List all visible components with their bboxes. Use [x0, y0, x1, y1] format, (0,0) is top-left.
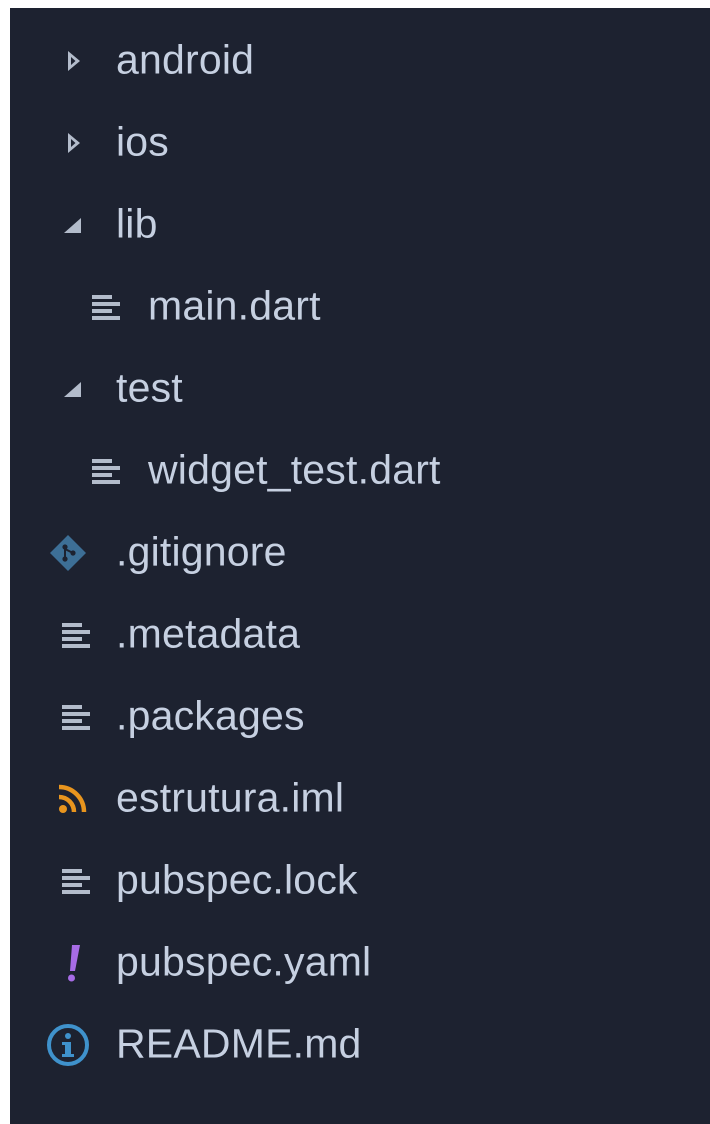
- folder-ios-label: ios: [116, 118, 170, 165]
- info-icon: [47, 1024, 89, 1066]
- exclamation-icon: [68, 945, 80, 982]
- file-lines-icon: [92, 459, 120, 484]
- file-gitignore[interactable]: .gitignore: [10, 512, 710, 594]
- file-packages-label: .packages: [116, 692, 305, 739]
- file-estrutura-iml[interactable]: estrutura.iml: [10, 758, 710, 840]
- chevron-down-icon: [64, 382, 81, 397]
- file-lines-icon: [92, 295, 120, 320]
- file-readme-md[interactable]: README.md: [10, 1004, 710, 1086]
- chevron-right-icon: [68, 133, 80, 153]
- chevron-down-icon: [64, 218, 81, 233]
- file-widget-test-dart[interactable]: widget_test.dart: [10, 430, 710, 512]
- folder-android[interactable]: android: [10, 20, 710, 102]
- file-lines-icon: [62, 705, 90, 730]
- file-explorer: android ios lib main.dart test widget_te…: [10, 8, 710, 1124]
- file-packages[interactable]: .packages: [10, 676, 710, 758]
- folder-ios[interactable]: ios: [10, 102, 710, 184]
- file-widget-test-dart-label: widget_test.dart: [148, 446, 441, 493]
- file-readme-md-label: README.md: [116, 1020, 362, 1067]
- file-main-dart-label: main.dart: [148, 282, 321, 329]
- folder-lib[interactable]: lib: [10, 184, 710, 266]
- folder-test-label: test: [116, 364, 183, 411]
- chevron-right-icon: [68, 51, 80, 71]
- file-lines-icon: [62, 623, 90, 648]
- file-pubspec-lock[interactable]: pubspec.lock: [10, 840, 710, 922]
- rss-icon: [58, 784, 87, 813]
- folder-test[interactable]: test: [10, 348, 710, 430]
- file-pubspec-yaml[interactable]: pubspec.yaml: [10, 922, 710, 1004]
- file-pubspec-yaml-label: pubspec.yaml: [116, 938, 372, 985]
- git-icon: [50, 535, 86, 571]
- file-metadata-label: .metadata: [116, 610, 301, 657]
- file-lines-icon: [62, 869, 90, 894]
- file-pubspec-lock-label: pubspec.lock: [116, 856, 358, 903]
- file-estrutura-iml-label: estrutura.iml: [116, 774, 345, 821]
- file-gitignore-label: .gitignore: [116, 528, 287, 575]
- folder-lib-label: lib: [116, 200, 158, 247]
- file-metadata[interactable]: .metadata: [10, 594, 710, 676]
- file-main-dart[interactable]: main.dart: [10, 266, 710, 348]
- folder-android-label: android: [116, 36, 255, 83]
